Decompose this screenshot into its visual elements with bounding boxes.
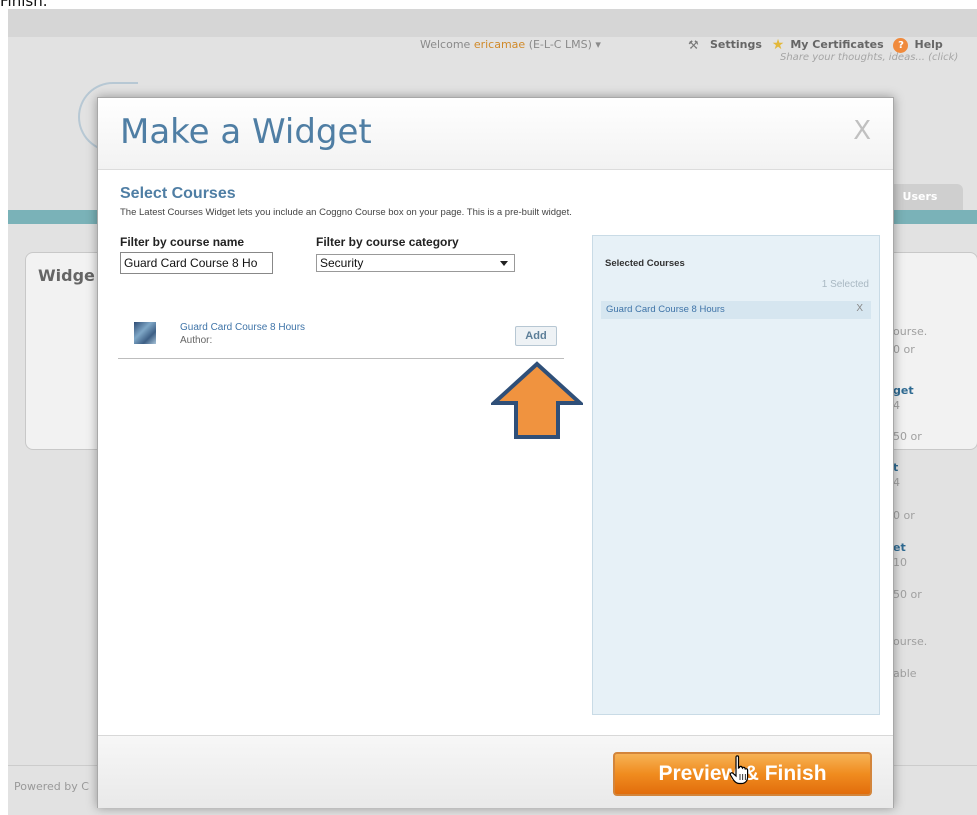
selected-courses-panel: Selected Courses 1 Selected Guard Card C… — [592, 235, 880, 715]
top-nav: ⚒ Settings ★ My Certificates ? Help — [688, 37, 949, 53]
selected-course-name: Guard Card Course 8 Hours — [606, 304, 725, 315]
right-fragment: et — [893, 541, 906, 554]
powered-by-text: Powered by C — [14, 780, 89, 793]
settings-link[interactable]: Settings — [710, 38, 762, 51]
help-icon: ? — [893, 38, 909, 53]
add-course-button[interactable]: Add — [515, 326, 557, 346]
right-fragment: 4 — [893, 399, 900, 412]
filter-name-label: Filter by course name — [120, 235, 245, 249]
star-icon: ★ — [771, 37, 785, 53]
tools-icon: ⚒ — [688, 38, 699, 52]
right-fragment: 0 or — [893, 509, 915, 522]
help-link[interactable]: Help — [914, 38, 942, 51]
right-fragment: 10 — [893, 556, 907, 569]
right-fragment: 0 or — [893, 343, 915, 356]
right-fragment: 50 or — [893, 588, 922, 601]
up-arrow-annotation — [491, 361, 583, 439]
feedback-link[interactable]: Share your thoughts, ideas... (click) — [780, 52, 958, 63]
account-dropdown-icon[interactable]: ▾ — [595, 38, 601, 51]
course-name-input[interactable] — [120, 252, 273, 274]
username-link[interactable]: ericamae — [474, 38, 525, 51]
selected-course-item: Guard Card Course 8 Hours X — [601, 301, 871, 319]
welcome-prefix: Welcome — [420, 38, 471, 51]
course-thumbnail — [134, 322, 156, 344]
remove-course-icon[interactable]: X — [856, 303, 863, 314]
category-select-value: Security — [320, 256, 364, 270]
close-icon[interactable]: X — [853, 116, 871, 146]
right-fragment: 50 or — [893, 430, 922, 443]
course-title-link[interactable]: Guard Card Course 8 Hours — [180, 322, 305, 333]
welcome-text: Welcome ericamae (E-L-C LMS) ▾ — [420, 38, 601, 51]
right-fragment: ourse. — [893, 635, 928, 648]
widgets-heading: Widge — [38, 266, 95, 285]
right-fragment: able — [893, 667, 917, 680]
section-description: The Latest Courses Widget lets you inclu… — [120, 207, 572, 218]
selected-courses-title: Selected Courses — [605, 258, 685, 269]
modal-header: Make a Widget X — [98, 98, 893, 170]
make-widget-modal: Make a Widget X Select Courses The Lates… — [97, 97, 894, 808]
section-title: Select Courses — [120, 185, 236, 202]
category-select[interactable]: Security — [316, 254, 515, 272]
org-name: (E-L-C LMS) — [528, 38, 592, 51]
right-fragment: 4 — [893, 476, 900, 489]
certificates-link[interactable]: My Certificates — [790, 38, 883, 51]
dropdown-caret-icon — [500, 261, 508, 266]
background-topbar — [8, 9, 977, 37]
course-author: Author: — [180, 335, 213, 346]
modal-footer: Preview & Finish — [98, 735, 893, 808]
hand-cursor-icon — [729, 755, 749, 785]
course-list-item: Guard Card Course 8 Hours Author: Add — [118, 313, 564, 359]
right-fragment: get — [893, 384, 914, 397]
modal-title: Make a Widget — [120, 112, 372, 152]
right-fragment: ourse. — [893, 325, 928, 338]
filter-category-label: Filter by course category — [316, 235, 459, 249]
selected-count: 1 Selected — [821, 279, 869, 290]
